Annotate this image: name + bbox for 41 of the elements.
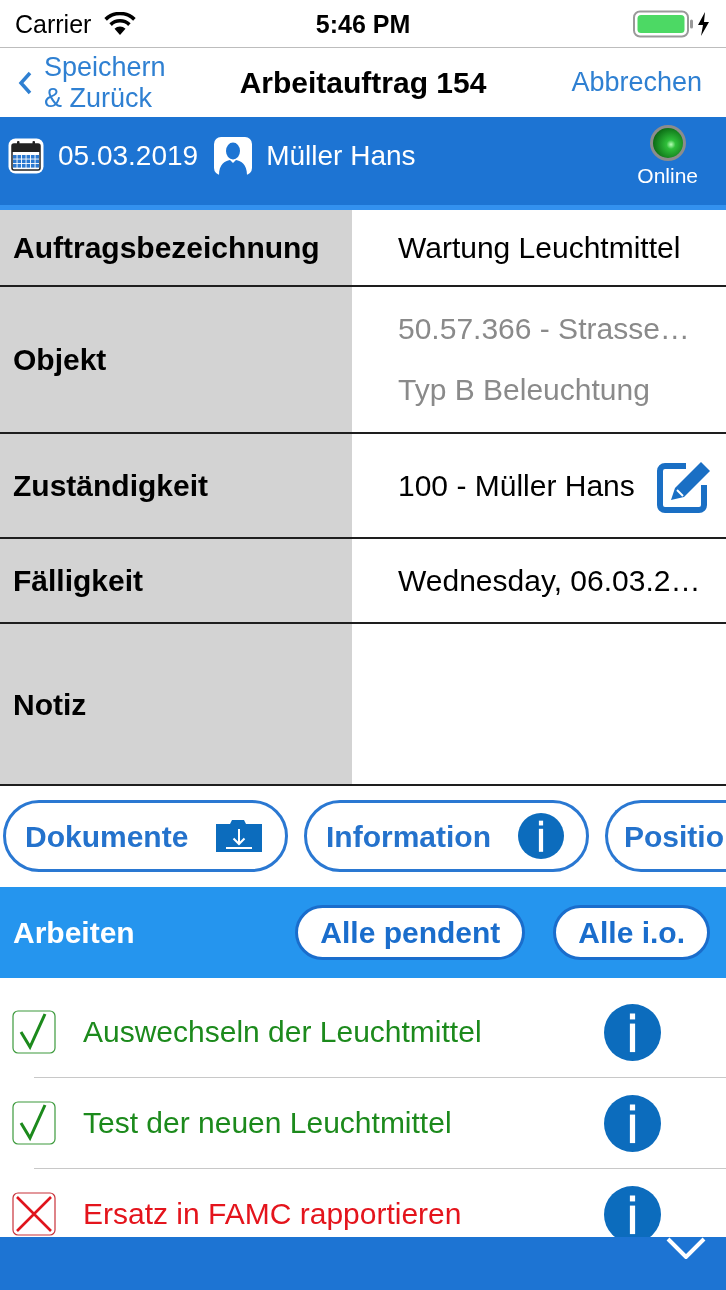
info-icon[interactable] — [604, 1003, 661, 1061]
field-value: 100 - Müller Hans — [398, 467, 635, 504]
field-value: 50.57.366 - Strasse… — [398, 311, 691, 347]
task-label: Test der neuen Leuchtmittel — [83, 1105, 452, 1141]
action-button[interactable]: Positio — [605, 800, 726, 872]
field-label: Zuständigkeit — [0, 434, 352, 537]
field-label: Auftragsbezeichnung — [0, 210, 352, 285]
calendar-icon — [8, 138, 44, 174]
chevron-down-icon[interactable] — [666, 1237, 706, 1259]
checkbox-checked-icon[interactable] — [12, 1101, 56, 1145]
person-icon — [214, 137, 253, 175]
field-label: Notiz — [0, 624, 352, 784]
clock-time: 5:46 PM — [315, 8, 411, 39]
checkbox-cross-icon[interactable] — [12, 1192, 56, 1236]
field-label: Fälligkeit — [0, 539, 352, 622]
field-value: Typ B Beleuchtung — [398, 372, 651, 408]
checkbox-checked-icon[interactable] — [12, 1010, 56, 1054]
field-label: Objekt — [0, 287, 352, 432]
info-icon[interactable] — [604, 1094, 661, 1152]
carrier-name: Carrier — [15, 8, 92, 39]
action-button[interactable]: Information — [304, 800, 589, 872]
section-title: Arbeiten — [13, 915, 135, 951]
nav-title: Arbeitauftrag 154 — [239, 65, 487, 101]
cancel-button[interactable]: Abbrechen — [571, 62, 726, 103]
battery-charging-icon — [633, 9, 711, 38]
task-label: Ersatz in FAMC rapportieren — [83, 1196, 462, 1232]
bulk-action-button[interactable]: Alle i.o. — [553, 905, 710, 960]
action-button[interactable]: Dokumente — [3, 800, 288, 872]
info-icon[interactable] — [604, 1185, 661, 1237]
task-label: Auswechseln der Leuchtmittel — [83, 1014, 482, 1050]
info-icon[interactable] — [518, 813, 564, 859]
connection-status: Online — [637, 164, 698, 188]
folder-download-icon — [215, 819, 263, 853]
bulk-action-button[interactable]: Alle pendent — [295, 905, 526, 960]
chevron-left-icon — [18, 70, 32, 95]
field-value: Wednesday, 06.03.2… — [398, 562, 701, 599]
back-button[interactable]: Speichern & Zurück — [0, 51, 176, 114]
date-text: 05.03.2019 — [58, 139, 199, 173]
field-value: Wartung Leuchtmittel — [398, 229, 681, 266]
user-name: Müller Hans — [266, 139, 416, 173]
wifi-icon — [103, 11, 138, 36]
